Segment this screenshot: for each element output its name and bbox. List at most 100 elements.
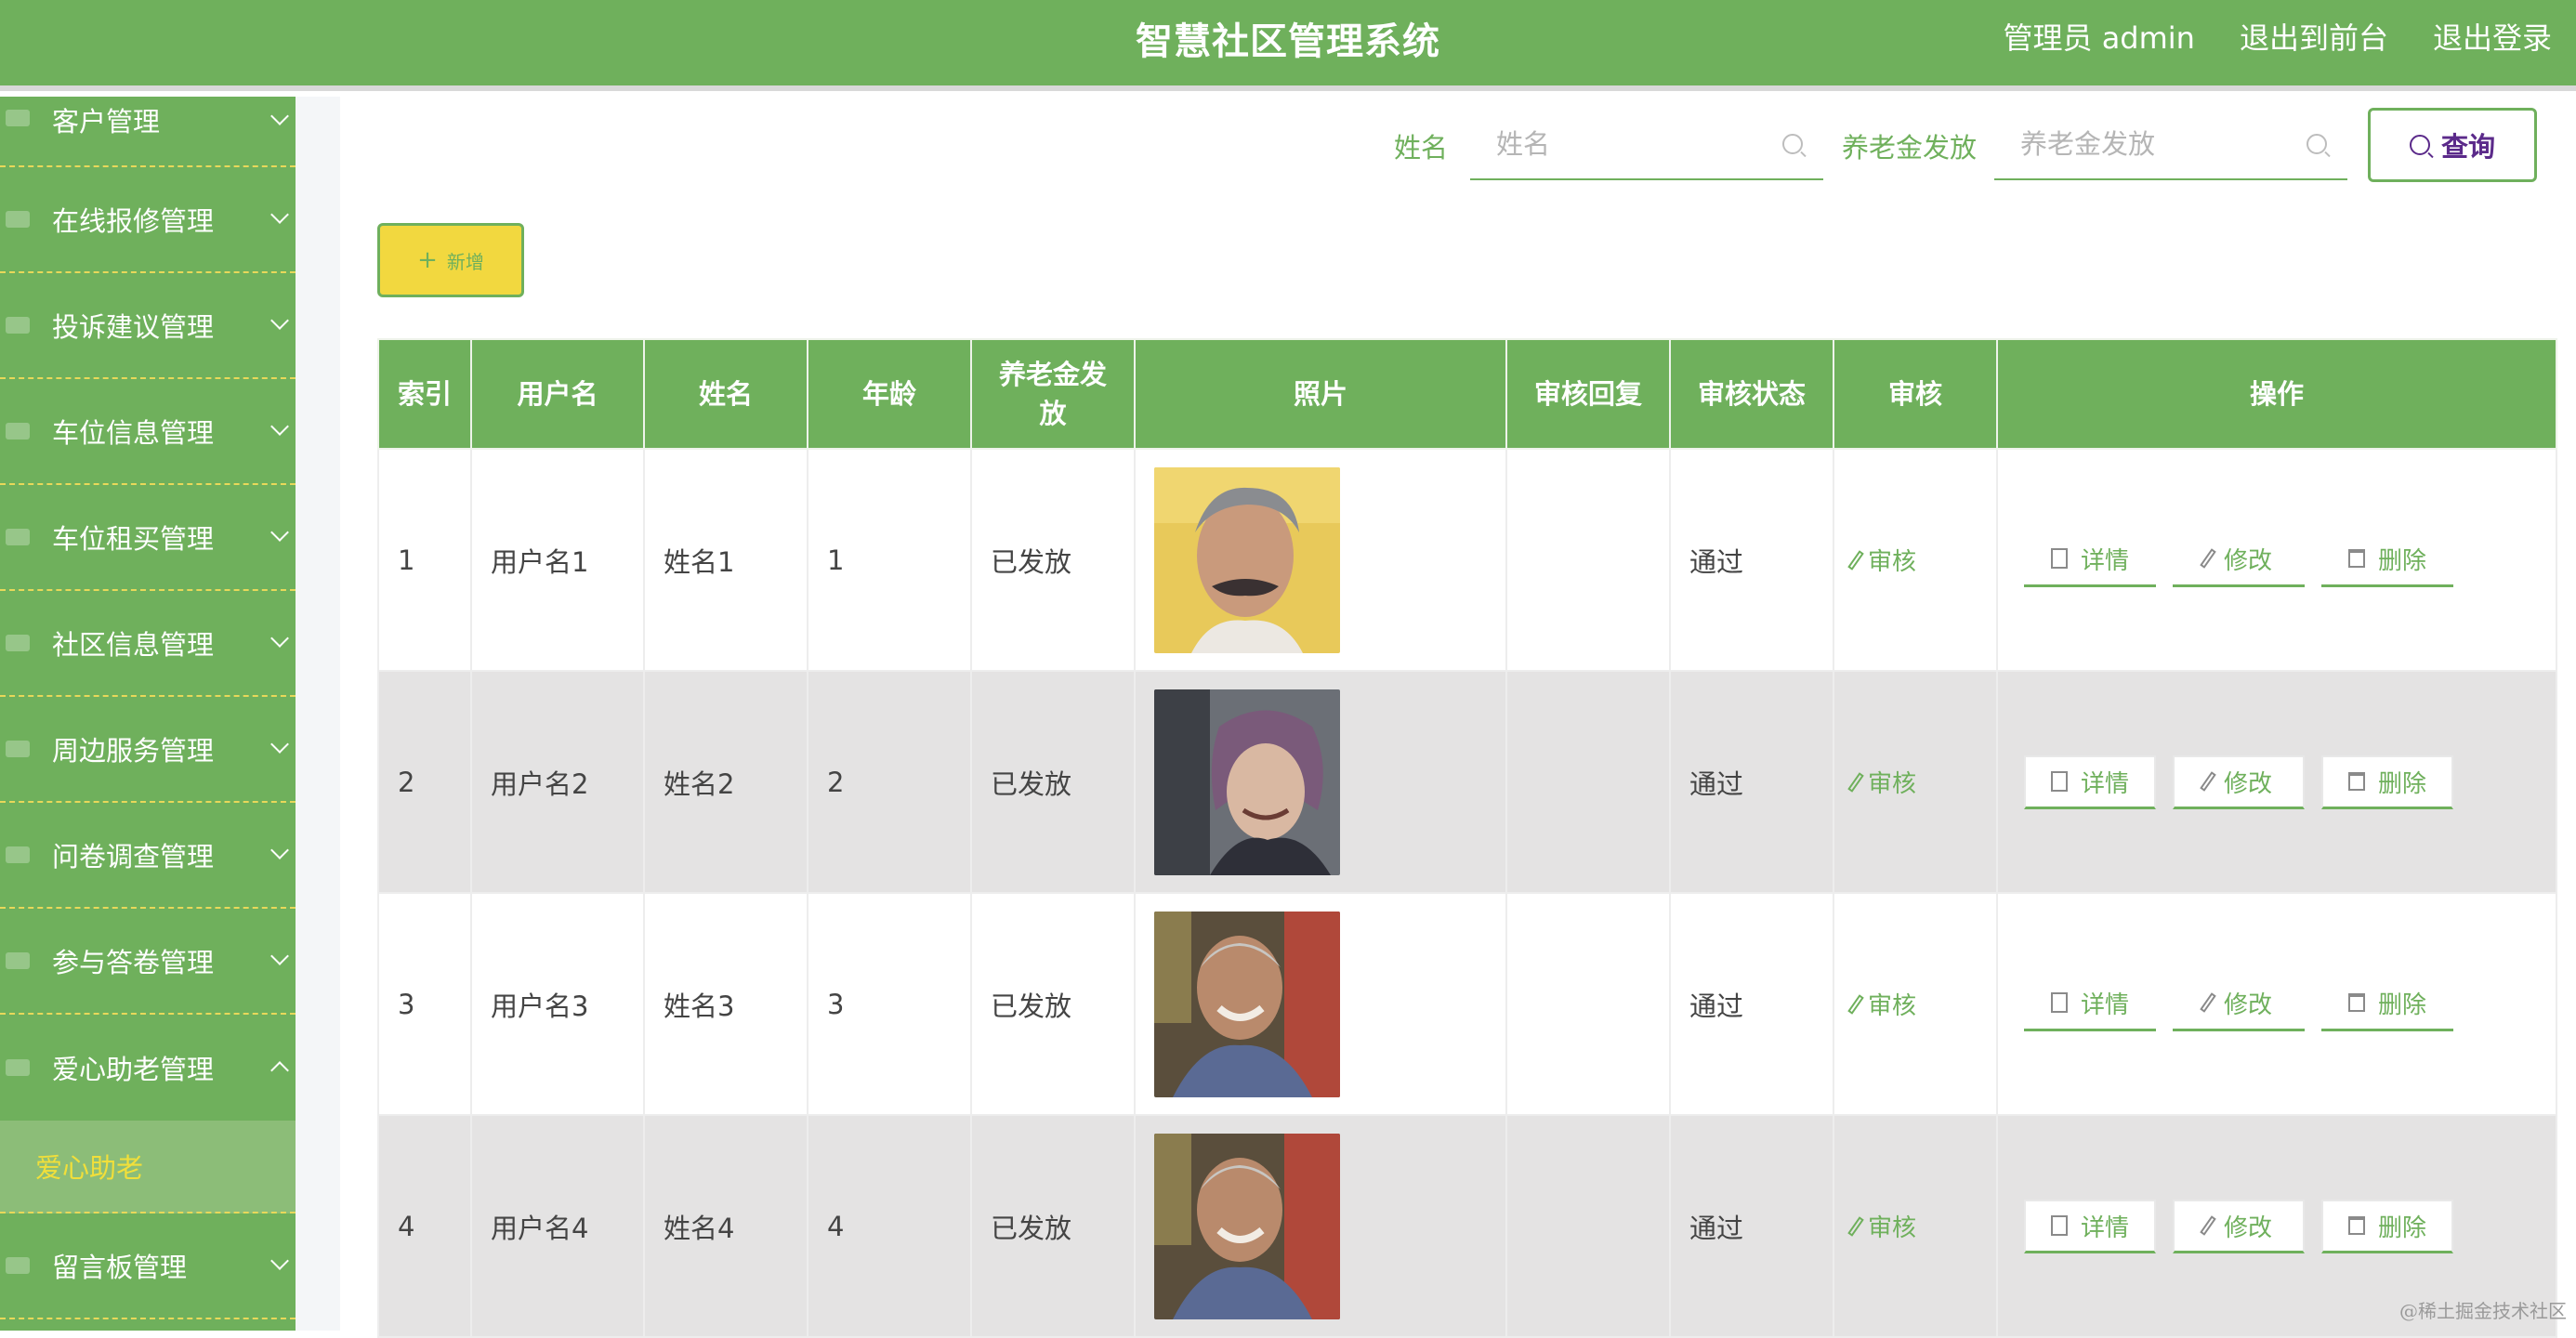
sidebar-item-complaint[interactable]: 投诉建议管理 — [0, 273, 296, 379]
document-icon — [2051, 992, 2068, 1013]
query-button-label: 查询 — [2441, 125, 2495, 164]
cell-index: 1 — [378, 449, 471, 671]
query-button[interactable]: 查询 — [2368, 108, 2537, 182]
exit-to-frontend-link[interactable]: 退出到前台 — [2240, 15, 2388, 58]
detail-button-label: 详情 — [2081, 765, 2129, 799]
detail-button[interactable]: 详情 — [2024, 755, 2156, 809]
cell-name: 姓名3 — [644, 893, 808, 1115]
trash-icon — [2348, 549, 2365, 568]
edit-icon — [2200, 771, 2216, 791]
menu-icon — [6, 1257, 30, 1274]
column-header: 姓名 — [644, 339, 808, 449]
edit-icon — [2200, 1215, 2216, 1235]
detail-button[interactable]: 详情 — [2024, 977, 2156, 1031]
edit-button[interactable]: 修改 — [2173, 1200, 2305, 1253]
admin-user-link[interactable]: 管理员 admin — [2004, 15, 2195, 58]
sidebar-item-nearby-service[interactable]: 周边服务管理 — [0, 697, 296, 803]
chevron-down-icon — [270, 1252, 289, 1270]
trash-icon — [2348, 1216, 2365, 1235]
edit-icon — [2200, 548, 2216, 568]
detail-button[interactable]: 详情 — [2024, 1200, 2156, 1253]
name-search-label: 姓名 — [1394, 126, 1448, 165]
logout-link[interactable]: 退出登录 — [2433, 15, 2552, 58]
pension-search-field — [1994, 110, 2347, 180]
sidebar-item-customer[interactable]: 客户管理 — [0, 97, 296, 167]
sidebar-item-parking-rent[interactable]: 车位租买管理 — [0, 485, 296, 591]
review-button[interactable]: 审核 — [1853, 1209, 1916, 1243]
pencil-icon — [1847, 772, 1864, 792]
cell-status: 通过 — [1670, 1115, 1833, 1337]
review-button[interactable]: 审核 — [1853, 543, 1916, 577]
delete-button[interactable]: 删除 — [2321, 977, 2453, 1031]
cell-actions: 详情 修改 删除 — [1997, 671, 2556, 893]
chevron-down-icon — [270, 107, 289, 125]
table-row: 3 用户名3 姓名3 3 已发放 通 — [378, 893, 2556, 1115]
sidebar-item-community-info[interactable]: 社区信息管理 — [0, 591, 296, 697]
add-button-label: 新增 — [447, 247, 484, 274]
row-actions: 详情 修改 删除 — [2017, 977, 2556, 1031]
review-button-label: 审核 — [1868, 543, 1916, 577]
column-header: 审核回复 — [1506, 339, 1670, 449]
sidebar-item-label: 社区信息管理 — [52, 623, 214, 662]
edit-button[interactable]: 修改 — [2173, 755, 2305, 809]
column-header-text: 养老金发放 — [997, 355, 1109, 433]
cell-pension: 已发放 — [971, 449, 1135, 671]
add-button[interactable]: + 新增 — [377, 223, 524, 297]
table-row: 2 用户名2 姓名2 2 已发放 通过 — [378, 671, 2556, 893]
cell-actions: 详情 修改 删除 — [1997, 893, 2556, 1115]
delete-button-label: 删除 — [2378, 1209, 2426, 1243]
cell-username: 用户名4 — [471, 1115, 644, 1337]
sidebar-item-label: 车位信息管理 — [52, 412, 214, 451]
sidebar-item-message-board[interactable]: 留言板管理 — [0, 1213, 296, 1319]
delete-button-label: 删除 — [2378, 542, 2426, 576]
sidebar-item-answers[interactable]: 参与答卷管理 — [0, 909, 296, 1015]
review-button-label: 审核 — [1868, 765, 1916, 799]
cell-username: 用户名2 — [471, 671, 644, 893]
edit-button-label: 修改 — [2224, 1209, 2272, 1243]
delete-button[interactable]: 删除 — [2321, 755, 2453, 809]
delete-button[interactable]: 删除 — [2321, 1200, 2453, 1253]
sidebar-item-parking-info[interactable]: 车位信息管理 — [0, 379, 296, 485]
table-header-row: 索引 用户名 姓名 年龄 养老金发放 照片 审核回复 审核状态 审核 操作 — [378, 339, 2556, 449]
chevron-down-icon — [270, 841, 289, 859]
edit-button-label: 修改 — [2224, 765, 2272, 799]
name-search-input[interactable] — [1470, 128, 1823, 160]
column-header: 照片 — [1135, 339, 1506, 449]
cell-username: 用户名1 — [471, 449, 644, 671]
cell-photo — [1135, 893, 1506, 1115]
cell-name: 姓名4 — [644, 1115, 808, 1337]
document-icon — [2051, 1215, 2068, 1236]
elder-photo — [1154, 912, 1340, 1097]
edit-button[interactable]: 修改 — [2173, 533, 2305, 587]
search-icon — [2307, 134, 2327, 154]
detail-button[interactable]: 详情 — [2024, 533, 2156, 587]
sidebar-item-repair[interactable]: 在线报修管理 — [0, 167, 296, 273]
review-button[interactable]: 审核 — [1853, 765, 1916, 799]
sidebar-subitem-elder-care[interactable]: 爱心助老 — [0, 1121, 296, 1213]
menu-icon — [6, 110, 30, 126]
cell-age: 1 — [808, 449, 971, 671]
sidebar-item-elder-care[interactable]: 爱心助老管理 — [0, 1015, 296, 1121]
review-button-label: 审核 — [1868, 987, 1916, 1021]
delete-button[interactable]: 删除 — [2321, 533, 2453, 587]
menu-icon — [6, 211, 30, 228]
edit-button[interactable]: 修改 — [2173, 977, 2305, 1031]
detail-button-label: 详情 — [2081, 542, 2129, 576]
column-header: 用户名 — [471, 339, 644, 449]
cell-name: 姓名1 — [644, 449, 808, 671]
detail-button-label: 详情 — [2081, 1209, 2129, 1243]
cell-index: 3 — [378, 893, 471, 1115]
cell-index: 2 — [378, 671, 471, 893]
pencil-icon — [1847, 550, 1864, 570]
menu-icon — [6, 952, 30, 969]
cell-index: 4 — [378, 1115, 471, 1337]
cell-review-reply — [1506, 671, 1670, 893]
cell-review-reply — [1506, 1115, 1670, 1337]
review-button[interactable]: 审核 — [1853, 987, 1916, 1021]
pension-search-input[interactable] — [1994, 128, 2347, 160]
pencil-icon — [1847, 1216, 1864, 1236]
elder-photo — [1154, 689, 1340, 875]
pencil-icon — [1847, 994, 1864, 1014]
sidebar-item-survey[interactable]: 问卷调查管理 — [0, 803, 296, 909]
name-search-field — [1470, 110, 1823, 180]
